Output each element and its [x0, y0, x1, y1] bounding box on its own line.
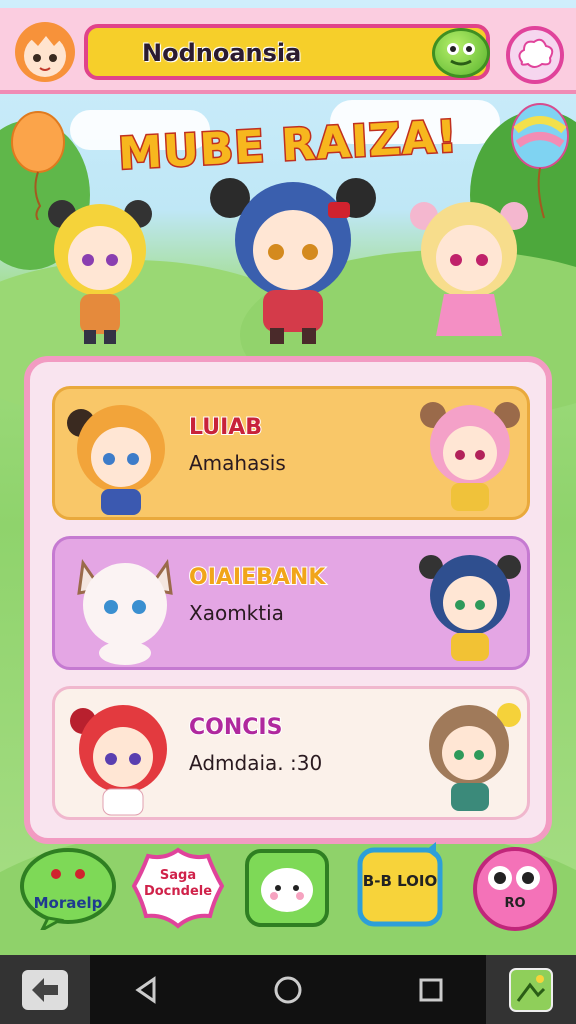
- character-card-concis[interactable]: CONCIS Admdaia. :30: [52, 686, 530, 820]
- moraelp-button[interactable]: Moraelp: [18, 846, 118, 934]
- back-arrow-icon[interactable]: [0, 955, 90, 1024]
- character-card-luiab[interactable]: LUIAB Amahasis: [52, 386, 530, 520]
- navy-haired-chibi-portrait: [419, 555, 521, 661]
- system-nav-bar: [0, 955, 576, 1024]
- button-label: RO: [504, 896, 526, 911]
- nav-recents-square-icon[interactable]: [386, 955, 476, 1024]
- green-frog-icon[interactable]: [432, 28, 490, 78]
- nav-home-circle-icon[interactable]: [243, 955, 333, 1024]
- button-label: Moraelp: [33, 894, 103, 912]
- character-subtitle: Amahasis: [189, 451, 286, 475]
- game-title: Nodnoansia: [142, 39, 302, 67]
- button-label: Saga Docndele: [143, 868, 213, 899]
- yellow-haired-chibi: [48, 200, 152, 344]
- character-name: LUIAB: [188, 414, 263, 441]
- green-speech-bubble-icon: [20, 848, 116, 934]
- button-label: B-B LOIO: [362, 872, 438, 890]
- animal-chat-button[interactable]: [244, 848, 330, 928]
- blue-haired-chibi: [210, 178, 376, 344]
- character-select-panel: LUIAB Amahasis OIAIEBANK Xaomktia CONCIS…: [24, 356, 552, 844]
- title-bar: Nodnoansia: [84, 24, 490, 80]
- pink-cloud-menu-icon[interactable]: [506, 26, 564, 84]
- pink-haired-chibi-portrait: [420, 402, 520, 511]
- blonde-pink-dress-chibi: [410, 202, 528, 336]
- app-shortcut-icon[interactable]: [486, 955, 576, 1024]
- brown-haired-chibi-portrait: [429, 703, 521, 811]
- white-cat-portrait: [77, 558, 173, 665]
- nav-back-triangle-icon[interactable]: [102, 955, 192, 1024]
- ro-button[interactable]: RO: [470, 842, 560, 932]
- orange-haired-chibi-portrait: [67, 405, 165, 515]
- character-card-oiaiebank[interactable]: OIAIEBANK Xaomktia: [52, 536, 530, 670]
- character-name: CONCIS: [188, 714, 283, 741]
- character-name: OIAIEBANK: [188, 564, 326, 591]
- red-haired-chibi-portrait: [70, 705, 167, 816]
- saga-docndele-button[interactable]: Saga Docndele: [131, 846, 225, 930]
- character-subtitle: Xaomktia: [189, 601, 284, 625]
- orange-haired-chibi-avatar[interactable]: [10, 16, 80, 86]
- pink-eyeball-icon: [473, 847, 557, 931]
- cute-animal-chat-icon: [245, 849, 329, 927]
- top-bar: Nodnoansia: [0, 8, 576, 94]
- notice-button[interactable]: B-B LOIO: [356, 842, 444, 928]
- character-subtitle: Admdaia. :30: [189, 751, 323, 775]
